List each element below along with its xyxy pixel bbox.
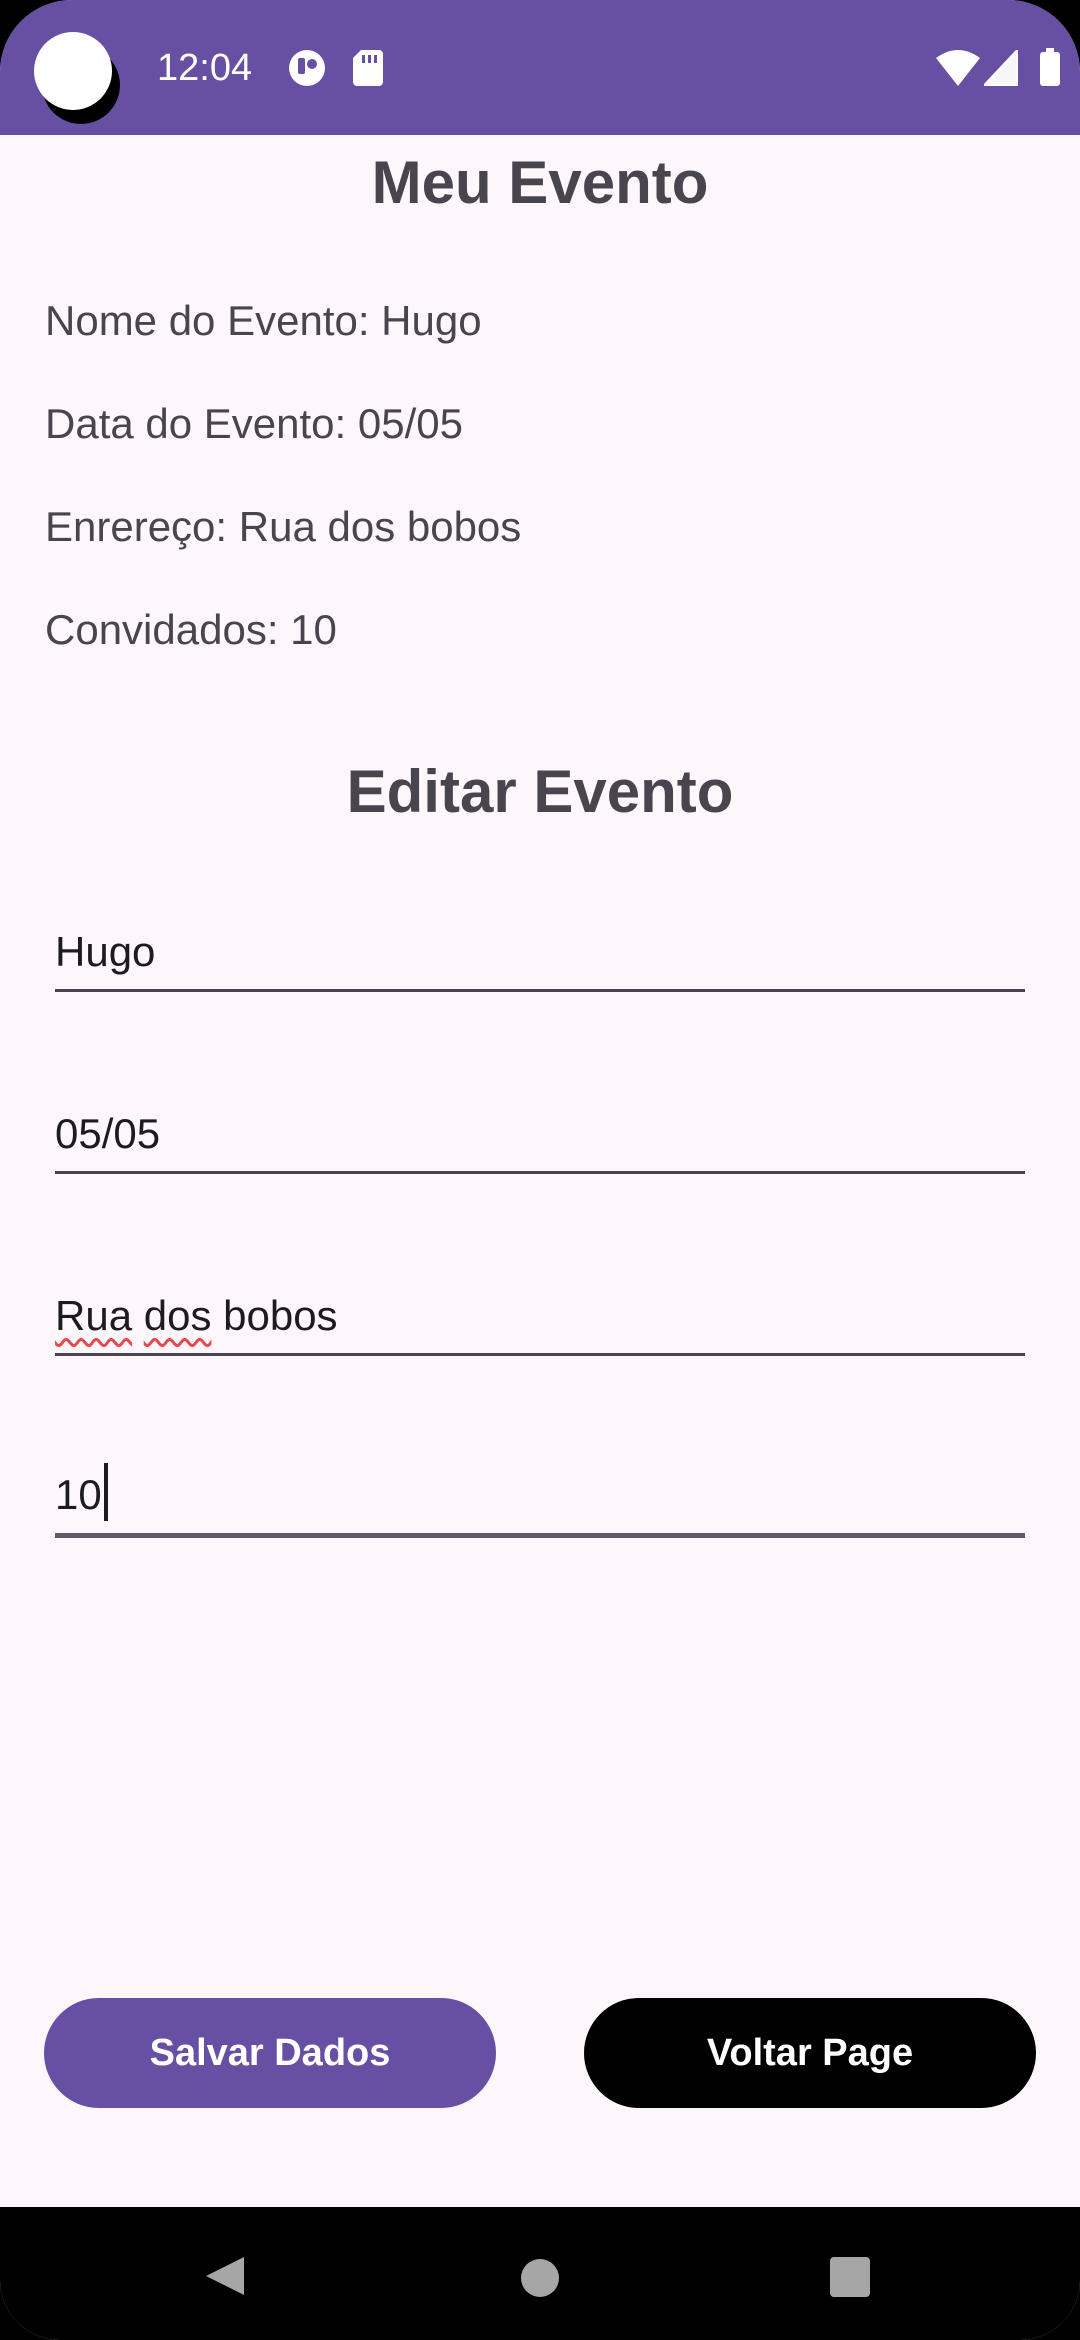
- edit-title: Editar Evento: [346, 758, 734, 825]
- event-date-field[interactable]: 05/05: [55, 1104, 1025, 1174]
- event-address-value: Rua dos bobos: [55, 1291, 338, 1341]
- event-date-value: 05/05: [55, 1110, 161, 1157]
- address-word: bobos: [223, 1292, 338, 1339]
- address-word-misspelled: Rua: [55, 1292, 133, 1339]
- event-title: Meu Evento: [371, 149, 709, 216]
- event-address-text: Enrereço: Rua dos bobos: [45, 503, 522, 550]
- app-screen: 12:04 Meu Evento Nome do Evento: Hugo Da…: [0, 0, 1080, 2340]
- recents-icon[interactable]: [830, 2257, 870, 2297]
- event-address-field[interactable]: Rua dos bobos: [55, 1286, 1025, 1356]
- save-button[interactable]: Salvar Dados: [44, 1998, 496, 2108]
- event-date-text: Data do Evento: 05/05: [45, 400, 463, 447]
- back-page-button[interactable]: Voltar Page: [584, 1998, 1036, 2108]
- home-icon[interactable]: [521, 2259, 559, 2297]
- guests-value-text: 10: [55, 1471, 102, 1518]
- wifi-icon: [936, 50, 980, 86]
- camera-cutout: [34, 32, 112, 110]
- sd-card-icon: [353, 50, 383, 86]
- notification-icon: [289, 50, 325, 86]
- address-word-misspelled: dos: [143, 1292, 212, 1339]
- event-name-field[interactable]: Hugo: [55, 922, 1025, 992]
- battery-icon: [1040, 48, 1060, 86]
- status-bar: 12:04: [0, 0, 1080, 135]
- text-cursor: [103, 1463, 108, 1521]
- event-guests-text: Convidados: 10: [45, 606, 337, 653]
- navigation-bar: [0, 2207, 1080, 2340]
- event-guests-field[interactable]: 10: [55, 1463, 1025, 1538]
- back-icon[interactable]: [204, 2255, 246, 2297]
- event-name-value: Hugo: [55, 928, 156, 975]
- status-clock: 12:04: [157, 47, 253, 89]
- event-guests-value: 10: [55, 1463, 108, 1521]
- signal-icon: [984, 50, 1018, 86]
- event-name-text: Nome do Evento: Hugo: [45, 297, 482, 344]
